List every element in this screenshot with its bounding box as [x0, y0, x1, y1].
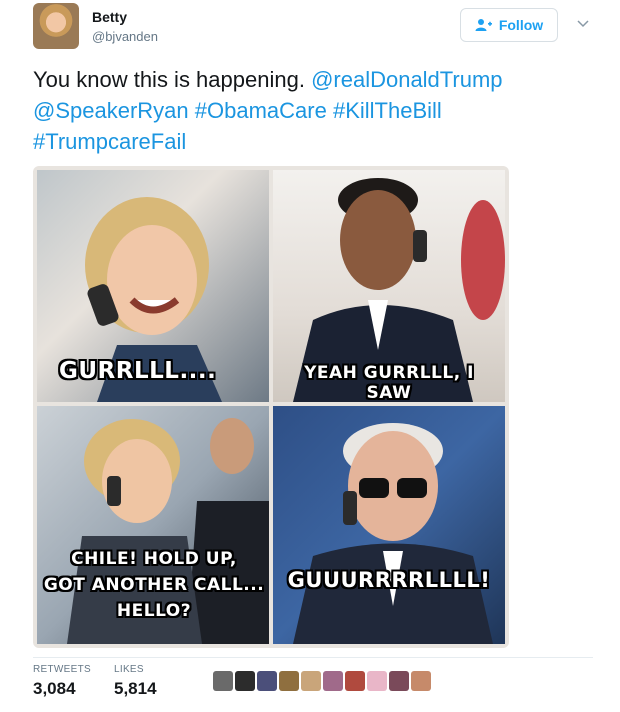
liker-avatar[interactable]: [257, 671, 277, 691]
chevron-down-icon[interactable]: [576, 17, 590, 31]
liker-avatar[interactable]: [323, 671, 343, 691]
user-handle[interactable]: @bjvanden: [92, 29, 158, 44]
liker-avatar[interactable]: [367, 671, 387, 691]
mention-link[interactable]: @realDonaldTrump: [311, 67, 502, 92]
hashtag-link[interactable]: #TrumpcareFail: [33, 129, 186, 154]
retweets-label: RETWEETS: [33, 664, 91, 675]
meme-panel-4: GUUURRRRLLLL!: [273, 406, 505, 644]
avatar[interactable]: [33, 3, 79, 49]
meme-panel-3: CHILE! HOLD UP, GOT ANOTHER CALL... HELL…: [37, 406, 269, 644]
tweet-body: You know this is happening.: [33, 67, 312, 92]
liker-avatar[interactable]: [411, 671, 431, 691]
mention-link[interactable]: @SpeakerRyan: [33, 98, 189, 123]
meme-caption: GUUURRRRLLLL!: [287, 568, 491, 592]
hashtag-link[interactable]: #KillTheBill: [333, 98, 442, 123]
liker-avatars: [213, 671, 431, 691]
liker-avatar[interactable]: [389, 671, 409, 691]
meme-panel-1: GURRLLL....: [37, 170, 269, 402]
meme-caption-block: CHILE! HOLD UP, GOT ANOTHER CALL... HELL…: [41, 546, 267, 624]
liker-avatar[interactable]: [213, 671, 233, 691]
follow-person-plus-icon: [475, 18, 493, 32]
divider: [33, 657, 593, 658]
tweet-text: You know this is happening. @realDonaldT…: [33, 64, 593, 157]
likes-count[interactable]: 5,814: [114, 679, 157, 699]
retweets-count[interactable]: 3,084: [33, 679, 76, 699]
tweet-media-image[interactable]: GURRLLL.... YEAH GURRLLL, I SAW CHILE! H…: [33, 166, 509, 648]
liker-avatar[interactable]: [279, 671, 299, 691]
liker-avatar[interactable]: [301, 671, 321, 691]
liker-avatar[interactable]: [345, 671, 365, 691]
meme-panel-2: YEAH GURRLLL, I SAW: [273, 170, 505, 402]
likes-label: LIKES: [114, 664, 144, 675]
hashtag-link[interactable]: #ObamaCare: [195, 98, 327, 123]
meme-caption: GURRLLL....: [59, 358, 217, 384]
follow-label: Follow: [498, 17, 544, 33]
meme-caption: YEAH GURRLLL, I SAW: [304, 363, 474, 402]
follow-button[interactable]: Follow: [460, 8, 558, 42]
liker-avatar[interactable]: [235, 671, 255, 691]
display-name[interactable]: Betty: [92, 9, 127, 25]
meme-caption: HELLO?: [116, 601, 192, 621]
meme-caption: CHILE! HOLD UP,: [71, 549, 237, 569]
meme-caption: GOT ANOTHER CALL...: [43, 575, 265, 595]
